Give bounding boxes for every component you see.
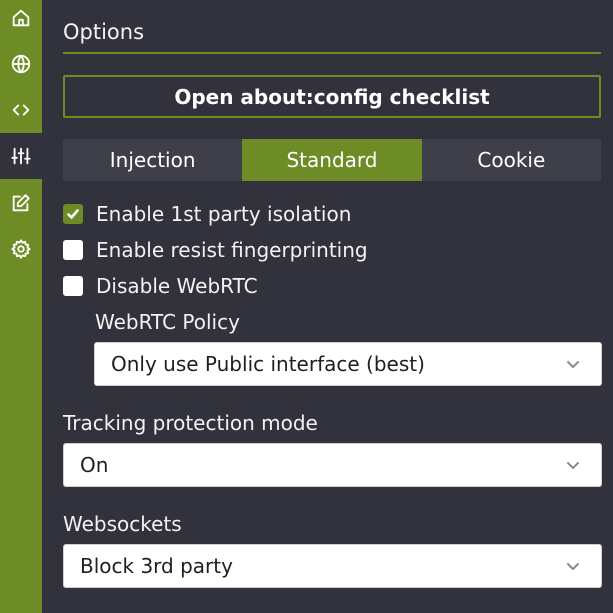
tab-standard[interactable]: Standard <box>242 139 422 181</box>
title-divider <box>63 52 601 54</box>
tracking-protection-select[interactable]: On <box>63 443 602 487</box>
first-party-isolation-label: Enable 1st party isolation <box>96 202 352 226</box>
disable-webrtc-option[interactable]: Disable WebRTC <box>63 274 258 298</box>
globe-icon <box>11 54 31 74</box>
chevron-down-icon <box>565 457 581 473</box>
resist-fingerprinting-checkbox[interactable] <box>63 240 83 260</box>
tab-bar: Injection Standard Cookie <box>63 139 601 181</box>
sidebar-item-edit[interactable] <box>0 180 42 226</box>
tab-cookie[interactable]: Cookie <box>421 139 601 181</box>
tab-injection[interactable]: Injection <box>63 139 243 181</box>
resist-fingerprinting-label: Enable resist fingerprinting <box>96 238 368 262</box>
tracking-protection-label: Tracking protection mode <box>63 411 318 435</box>
websockets-label: Websockets <box>63 512 182 536</box>
sidebar-item-code[interactable] <box>0 87 42 133</box>
websockets-select[interactable]: Block 3rd party <box>63 544 602 588</box>
websockets-value: Block 3rd party <box>80 554 233 578</box>
gear-icon <box>11 239 31 259</box>
first-party-isolation-checkbox[interactable] <box>63 204 83 224</box>
disable-webrtc-checkbox[interactable] <box>63 276 83 296</box>
webrtc-policy-label: WebRTC Policy <box>95 310 240 334</box>
webrtc-policy-value: Only use Public interface (best) <box>111 352 425 376</box>
sidebar <box>0 0 42 613</box>
open-config-checklist-button[interactable]: Open about:config checklist <box>63 75 601 118</box>
disable-webrtc-label: Disable WebRTC <box>96 274 258 298</box>
first-party-isolation-option[interactable]: Enable 1st party isolation <box>63 202 351 226</box>
sidebar-item-globe[interactable] <box>0 41 42 87</box>
tracking-protection-value: On <box>80 453 109 477</box>
sidebar-item-home[interactable] <box>0 0 42 41</box>
chevron-down-icon <box>565 356 581 372</box>
webrtc-policy-select[interactable]: Only use Public interface (best) <box>94 342 602 386</box>
home-icon <box>12 9 30 27</box>
sidebar-item-settings[interactable] <box>0 226 42 272</box>
checkmark-icon <box>67 209 79 219</box>
resist-fingerprinting-option[interactable]: Enable resist fingerprinting <box>63 238 368 262</box>
page-title: Options <box>63 20 145 44</box>
edit-icon <box>12 194 30 212</box>
chevron-down-icon <box>565 558 581 574</box>
code-icon <box>12 104 30 116</box>
sliders-icon <box>11 147 31 165</box>
sidebar-item-sliders[interactable] <box>0 133 42 179</box>
